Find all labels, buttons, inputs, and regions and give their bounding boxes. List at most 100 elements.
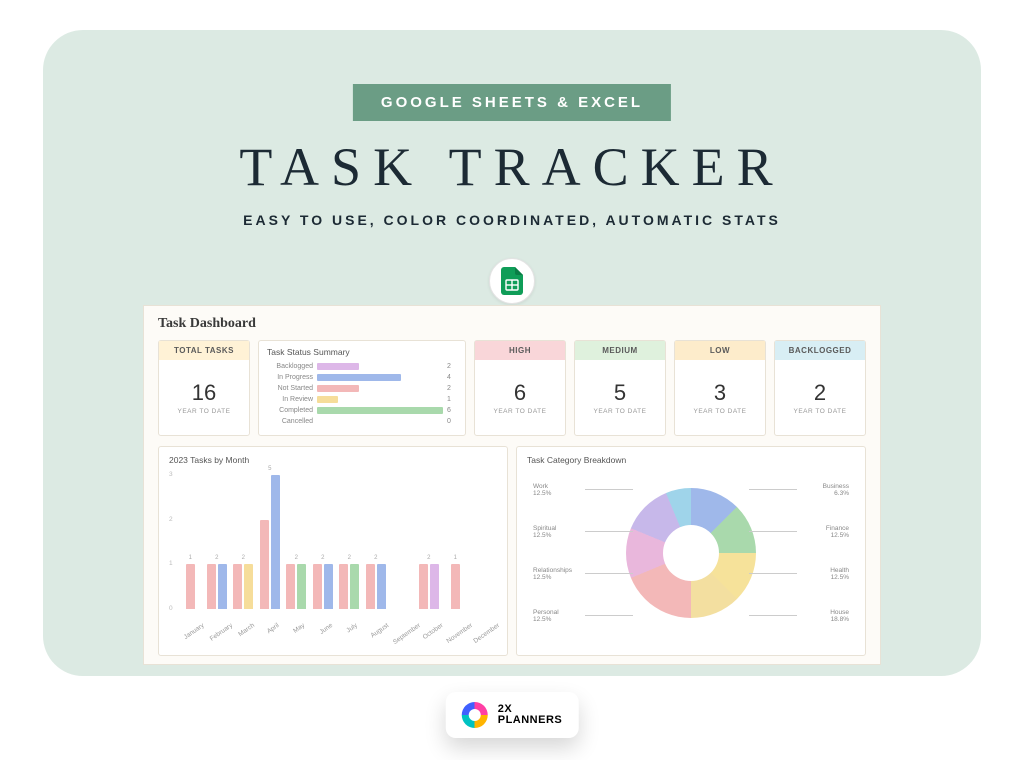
column-group: 2July bbox=[338, 564, 361, 609]
category-breakdown-panel: Task Category Breakdown Work12.5%Spiritu… bbox=[516, 446, 866, 656]
metric-foot: YEAR TO DATE bbox=[178, 408, 231, 415]
column-axis: 1January2February2March5April2May2June2J… bbox=[179, 475, 493, 609]
column-bar bbox=[451, 564, 460, 609]
donut-label: Work12.5% bbox=[533, 483, 551, 497]
column-value-label: 5 bbox=[259, 466, 282, 472]
donut-hole bbox=[663, 525, 719, 581]
metric-label: HIGH bbox=[475, 341, 565, 360]
metric-total-tasks: TOTAL TASKS 16 YEAR TO DATE bbox=[158, 340, 250, 436]
dashboard-title: Task Dashboard bbox=[158, 316, 866, 332]
column-bar bbox=[271, 475, 280, 609]
metric-label: MEDIUM bbox=[575, 341, 665, 360]
status-bar-label: Completed bbox=[267, 407, 313, 414]
donut-label: Business6.3% bbox=[823, 483, 849, 497]
column-group: 2June bbox=[312, 564, 335, 609]
status-bar-value: 1 bbox=[447, 396, 457, 403]
status-bar-label: Backlogged bbox=[267, 363, 313, 370]
column-xlabel: August bbox=[369, 622, 390, 639]
status-bar-track bbox=[317, 407, 443, 414]
column-bar bbox=[260, 520, 269, 609]
column-value-label: 2 bbox=[285, 555, 308, 561]
category-breakdown-chart: Work12.5%Spiritual12.5%Relationships12.5… bbox=[527, 469, 855, 637]
status-bar-row: Cancelled 0 bbox=[267, 416, 457, 427]
donut-ring bbox=[626, 488, 756, 618]
metric-foot: YEAR TO DATE bbox=[694, 408, 747, 415]
product-subtitle: EASY TO USE, COLOR COORDINATED, AUTOMATI… bbox=[243, 212, 781, 228]
donut-leader-line bbox=[585, 615, 633, 616]
status-bar-fill bbox=[317, 374, 401, 381]
column-xlabel: March bbox=[237, 622, 256, 638]
google-sheets-icon bbox=[489, 258, 535, 304]
metric-low: LOW 3 YEAR TO DATE bbox=[674, 340, 766, 436]
column-xlabel: May bbox=[292, 622, 306, 635]
column-value-label: 1 bbox=[444, 555, 467, 561]
column-xlabel: December bbox=[472, 622, 501, 645]
brand-logo-icon bbox=[462, 702, 488, 728]
tasks-by-month-chart: 01231January2February2March5April2May2Ju… bbox=[169, 469, 497, 637]
status-bar-row: Completed 6 bbox=[267, 405, 457, 416]
donut-leader-line bbox=[585, 573, 633, 574]
column-bar bbox=[233, 564, 242, 609]
status-bar-label: Cancelled bbox=[267, 418, 313, 425]
column-bar bbox=[377, 564, 386, 609]
metric-foot: YEAR TO DATE bbox=[494, 408, 547, 415]
column-value-label: 2 bbox=[365, 555, 388, 561]
donut-leader-line bbox=[749, 573, 797, 574]
metric-value: 3 bbox=[714, 380, 726, 406]
status-bar-row: Backlogged2 bbox=[267, 361, 457, 372]
column-value-label: 2 bbox=[312, 555, 335, 561]
status-bar-track bbox=[317, 363, 443, 370]
tasks-by-month-title: 2023 Tasks by Month bbox=[169, 455, 497, 465]
platform-badge: GOOGLE SHEETS & EXCEL bbox=[353, 84, 671, 121]
column-group: 2October bbox=[418, 564, 441, 609]
status-bar-value: 0 bbox=[447, 418, 457, 425]
status-summary-panel: Task Status Summary Backlogged2In Progre… bbox=[258, 340, 466, 436]
column-value-label: 2 bbox=[418, 555, 441, 561]
status-bar-row: Not Started2 bbox=[267, 383, 457, 394]
donut-leader-line bbox=[749, 489, 797, 490]
ytick: 0 bbox=[169, 605, 173, 612]
status-bar-label: Not Started bbox=[267, 385, 313, 392]
metric-label: LOW bbox=[675, 341, 765, 360]
ytick: 2 bbox=[169, 516, 173, 523]
column-xlabel: October bbox=[421, 622, 444, 641]
status-bar-label: In Progress bbox=[267, 374, 313, 381]
column-bar bbox=[350, 564, 359, 609]
metric-value: 2 bbox=[814, 380, 826, 406]
metric-label: BACKLOGGED bbox=[775, 341, 865, 360]
category-breakdown-title: Task Category Breakdown bbox=[527, 455, 855, 465]
column-bar bbox=[186, 564, 195, 609]
status-bar-track bbox=[317, 418, 443, 425]
column-group: 2March bbox=[232, 564, 255, 609]
status-bar-fill bbox=[317, 407, 443, 414]
column-group: 1November bbox=[444, 564, 467, 609]
column-group: 1January bbox=[179, 564, 202, 609]
column-xlabel: February bbox=[208, 622, 233, 643]
metric-backlogged: BACKLOGGED 2 YEAR TO DATE bbox=[774, 340, 866, 436]
column-bar bbox=[218, 564, 227, 609]
metric-foot: YEAR TO DATE bbox=[594, 408, 647, 415]
column-group: 5April bbox=[259, 475, 282, 609]
status-bar-value: 6 bbox=[447, 407, 457, 414]
donut-leader-line bbox=[585, 489, 633, 490]
product-title: TASK TRACKER bbox=[239, 136, 784, 198]
column-value-label: 2 bbox=[338, 555, 361, 561]
status-bar-fill bbox=[317, 396, 338, 403]
charts-row: 2023 Tasks by Month 01231January2Februar… bbox=[158, 446, 866, 656]
metric-value: 6 bbox=[514, 380, 526, 406]
column-bar bbox=[419, 564, 428, 609]
donut-leader-line bbox=[749, 615, 797, 616]
brand-chip: 2X PLANNERS bbox=[446, 692, 579, 738]
metric-label: TOTAL TASKS bbox=[159, 341, 249, 360]
column-xlabel: July bbox=[346, 622, 359, 634]
column-value-label: 1 bbox=[179, 555, 202, 561]
donut-label: Personal12.5% bbox=[533, 609, 559, 623]
donut-leader-line bbox=[585, 531, 633, 532]
status-bar-track bbox=[317, 374, 443, 381]
status-bar-value: 4 bbox=[447, 374, 457, 381]
column-xlabel: January bbox=[183, 622, 206, 641]
status-bar-fill bbox=[317, 363, 359, 370]
brand-line2: PLANNERS bbox=[498, 715, 563, 726]
donut-label: Health12.5% bbox=[830, 567, 849, 581]
status-bar-label: In Review bbox=[267, 396, 313, 403]
